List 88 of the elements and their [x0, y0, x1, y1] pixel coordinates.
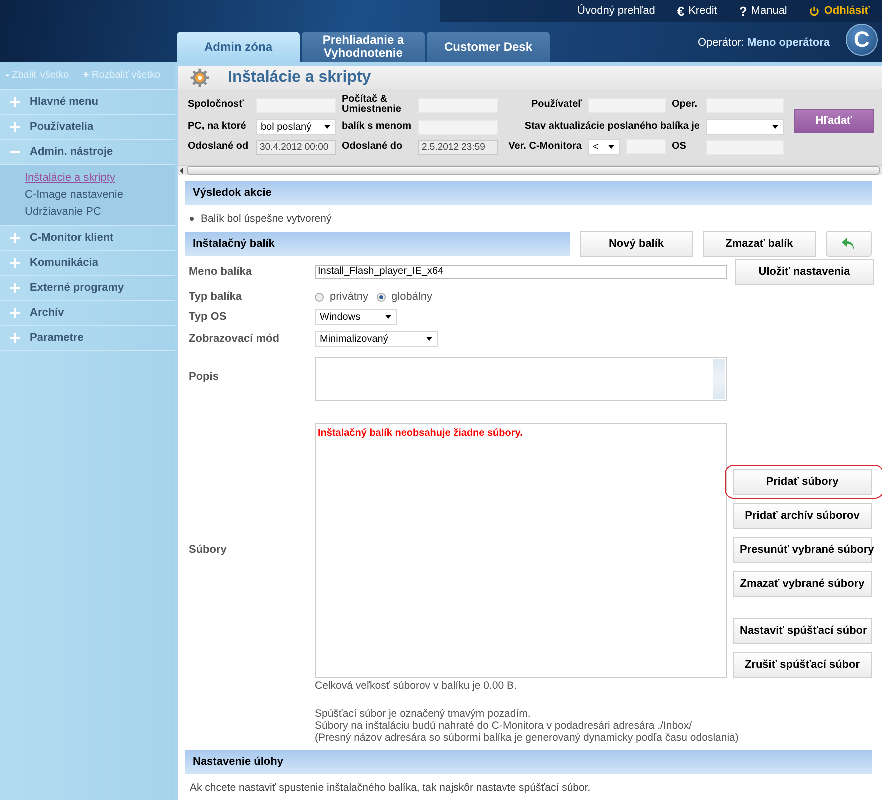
filter-label: Ver. C-Monitora [508, 142, 582, 152]
result-message: Balík bol úspešne vytvorený [201, 213, 332, 225]
caret-icon [385, 315, 392, 319]
mode-dropdown[interactable]: Minimalizovaný [315, 331, 438, 347]
action-button[interactable]: Nový balík [580, 231, 693, 257]
undo-arrow-icon [841, 236, 857, 252]
filter-label: Stav aktualizácie poslaného balíka je [524, 122, 700, 132]
file-button[interactable]: Presunúť vybrané súbory [733, 536, 872, 562]
name-field[interactable]: Install_Flash_player_IE_x64 [315, 265, 727, 279]
sidebar-item[interactable]: Externé programy [0, 276, 175, 301]
plus-icon [10, 97, 20, 107]
section-header: Výsledok akcie [185, 181, 872, 205]
field-label: Meno balíka [188, 266, 253, 278]
sidebar-subitem[interactable]: C-Image nastavenie [25, 188, 124, 202]
caret-icon [324, 125, 331, 129]
sidebar-item[interactable]: Komunikácia [0, 251, 175, 276]
file-button[interactable]: Nastaviť spúšťací súbor [733, 618, 872, 644]
file-button[interactable]: Pridať súbory [733, 468, 872, 494]
plus-icon [10, 308, 20, 318]
field-label: Súbory [188, 544, 228, 556]
top-link[interactable]: € Kredit [677, 4, 718, 18]
filter-label: Oper. [672, 100, 699, 110]
field-label: Typ balíka [188, 291, 243, 303]
caret-icon [772, 125, 779, 129]
filter-dropdown[interactable]: bol poslaný [256, 119, 336, 135]
filter-label: balík s menom [342, 122, 412, 132]
power-icon [809, 6, 820, 16]
search-button[interactable]: Hľadať [794, 109, 874, 133]
operator-label: Operátor: [698, 37, 744, 49]
plus-icon [10, 233, 20, 243]
note-text: (Presný názov adresára so súbormi balíka je generovaný dynamicky podľa času odoslania) [315, 732, 740, 744]
filter-label: Odoslané od [188, 142, 250, 152]
top-link[interactable]: Úvodný prehľad [578, 5, 656, 17]
empty-message: Inštalačný balík neobsahuje žiadne súbory. [318, 428, 523, 439]
filter-label: Používateľ [530, 100, 582, 110]
filter-label: OS [672, 142, 688, 152]
info-text: Ak chcete nastaviť spustenie inštalačného balíka, tak najskôr nastavte spúšťací súbor. [189, 781, 592, 796]
file-list[interactable]: Inštalačný balík neobsahuje žiadne súbory. [315, 423, 727, 678]
back-button[interactable] [826, 231, 872, 257]
caret-icon [608, 145, 615, 149]
field-label: Popis [188, 371, 220, 383]
filter-label: Počítač & Umiestnenie [342, 95, 402, 115]
operator-dropdown[interactable]: < [588, 139, 620, 155]
sidebar-item[interactable]: Archív [0, 301, 175, 326]
plus-icon [10, 122, 20, 132]
top-link[interactable]: ? Manual [739, 4, 788, 18]
radio-option[interactable]: privátny [315, 291, 369, 303]
top-link[interactable]: Odhlásiť [809, 5, 870, 17]
action-button[interactable]: Zmazať balík [703, 231, 816, 257]
os-dropdown[interactable]: Windows [315, 309, 397, 325]
page-title: Inštalácie a skripty [228, 68, 372, 86]
horizontal-scrollbar[interactable] [178, 165, 882, 175]
section-header: Nastavenie úlohy [185, 750, 872, 774]
date-field[interactable]: 2.5.2012 23:59 [418, 140, 498, 154]
note-text: Spúšťací súbor je označený tmavým pozadím. [315, 708, 532, 720]
filter-label: Spoločnosť [188, 100, 245, 110]
filter-dropdown[interactable] [706, 119, 784, 135]
file-button[interactable]: Zrušiť spúšťací súbor [733, 652, 872, 678]
sidebar-item[interactable]: Parametre [0, 326, 175, 351]
nav-tab[interactable]: Prehliadanie a Vyhodnotenie [302, 32, 425, 62]
save-button[interactable]: Uložiť nastavenia [735, 259, 874, 285]
field-label: Zobrazovací mód [188, 333, 280, 345]
section-header: Inštalačný balík [185, 232, 570, 256]
sidebar-item[interactable]: Hlavné menu [0, 90, 175, 115]
caret-icon [426, 337, 433, 341]
file-button[interactable]: Zmazať vybrané súbory [733, 570, 872, 596]
vertical-scrollbar[interactable] [713, 359, 725, 399]
operator-name: Meno operátora [747, 37, 830, 49]
radio-option[interactable]: globálny [376, 291, 433, 303]
bullet-icon [190, 217, 194, 221]
field-label: Typ OS [188, 311, 228, 323]
date-field[interactable]: 30.4.2012 00:00 [256, 140, 336, 154]
filter-label: PC, na ktoré [188, 122, 248, 132]
plus-icon [10, 283, 20, 293]
plus-icon [10, 333, 20, 343]
nav-tab[interactable]: Admin zóna [177, 32, 300, 62]
total-size-text: Celková veľkosť súborov v balíku je 0.00 B. [315, 680, 518, 692]
nav-tab[interactable]: Customer Desk [427, 32, 550, 62]
gear-icon [190, 68, 210, 88]
sidebar-subitem[interactable]: Udržiavanie PC [25, 205, 102, 219]
sidebar-item[interactable]: C-Monitor klient [0, 226, 175, 251]
filter-label: Odoslané do [342, 142, 404, 152]
file-button[interactable]: Pridať archív súborov [733, 502, 872, 528]
sidebar-item[interactable]: Používatelia [0, 115, 175, 140]
note-text: Súbory na inštaláciu budú nahraté do C-Monitora v podadresári adresára ./Inbox/ [315, 720, 694, 732]
logo: C [846, 24, 878, 56]
plus-icon [10, 258, 20, 268]
description-field[interactable] [315, 357, 727, 401]
